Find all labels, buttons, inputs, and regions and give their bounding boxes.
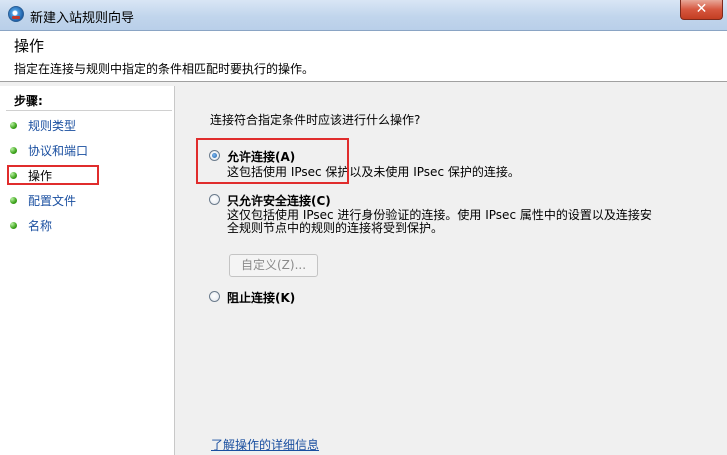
step-label: 配置文件 xyxy=(28,193,77,208)
page-subtitle: 指定在连接与规则中指定的条件相匹配时要执行的操作。 xyxy=(14,62,315,76)
page-title: 操作 xyxy=(14,37,45,55)
green-dot-icon xyxy=(10,221,17,229)
close-icon: ✕ xyxy=(695,1,708,17)
step-item-rule-type[interactable]: 规则类型 xyxy=(10,116,76,134)
step-label: 规则类型 xyxy=(28,118,77,133)
step-item-profile[interactable]: 配置文件 xyxy=(10,191,76,209)
step-item-protocol-ports[interactable]: 协议和端口 xyxy=(10,141,88,159)
allow-secure-label[interactable]: 只允许安全连接(C) xyxy=(227,192,331,209)
learn-more-link[interactable]: 了解操作的详细信息 xyxy=(211,436,319,453)
allow-secure-desc-line2: 全规则节点中的规则的连接将受到保护。 xyxy=(227,221,444,235)
step-item-name[interactable]: 名称 xyxy=(10,216,52,234)
green-dot-icon xyxy=(10,146,17,154)
step-label: 协议和端口 xyxy=(28,143,89,158)
window-title: 新建入站规则向导 xyxy=(30,11,135,26)
green-dot-icon xyxy=(10,196,17,204)
block-connection-radio[interactable] xyxy=(209,291,220,302)
block-connection-label[interactable]: 阻止连接(K) xyxy=(227,289,295,306)
highlight-box-allow-option xyxy=(196,138,349,184)
title-bar[interactable]: 新建入站规则向导 ✕ xyxy=(0,0,727,31)
firewall-app-icon xyxy=(8,6,24,22)
divider xyxy=(6,110,172,111)
steps-title: 步骤: xyxy=(14,94,43,108)
allow-secure-radio[interactable] xyxy=(209,194,220,205)
step-label: 名称 xyxy=(28,218,53,233)
close-button[interactable]: ✕ xyxy=(680,0,723,20)
steps-sidebar: 步骤: 规则类型 协议和端口 操作 配置文件 名称 xyxy=(0,86,175,455)
highlight-box-current-step xyxy=(7,165,99,185)
customize-button[interactable]: 自定义(Z)... xyxy=(229,254,318,277)
green-dot-icon xyxy=(10,121,17,129)
action-question: 连接符合指定条件时应该进行什么操作? xyxy=(210,113,421,127)
page-header: 操作 指定在连接与规则中指定的条件相匹配时要执行的操作。 xyxy=(0,31,727,82)
